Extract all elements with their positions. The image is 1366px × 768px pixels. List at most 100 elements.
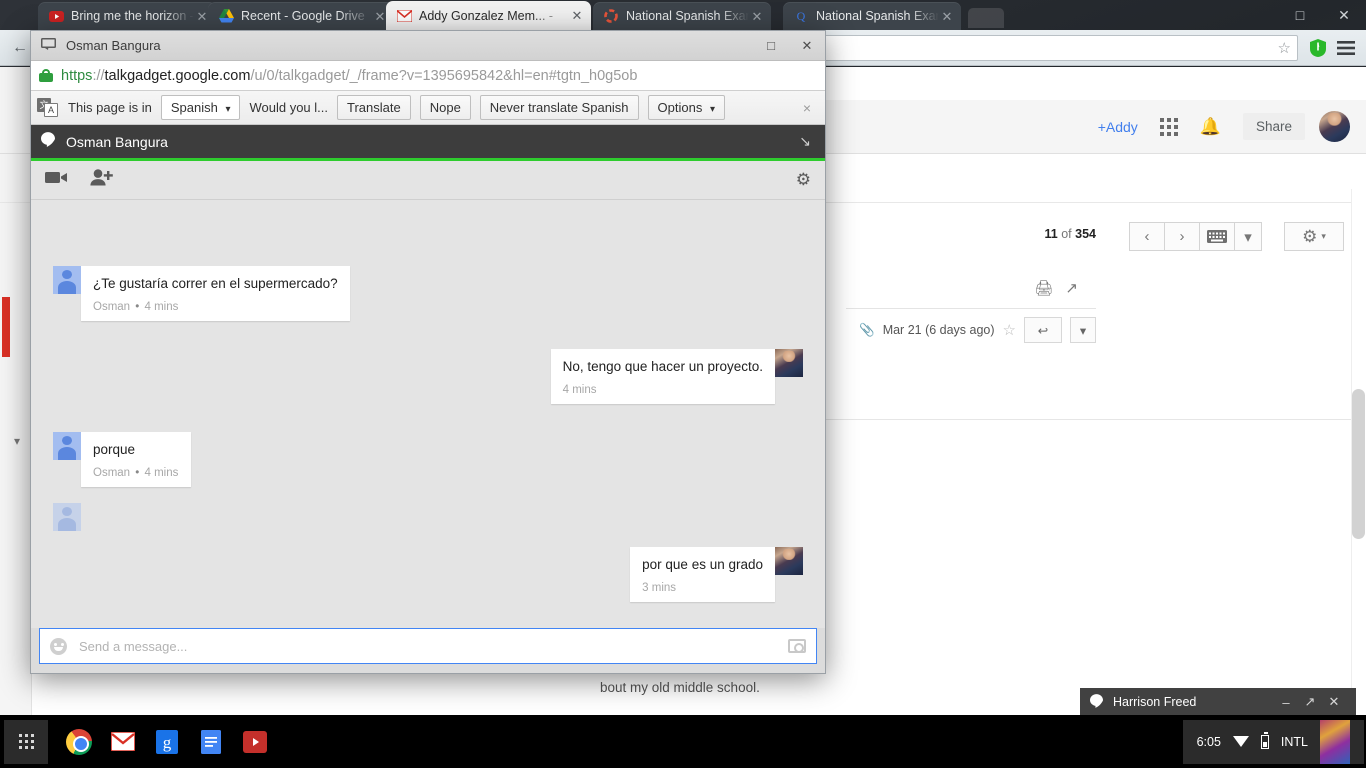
url-separator: :// (92, 68, 104, 84)
hangouts-window-icon (41, 38, 56, 53)
chat-message: por que es un grado 3 mins (53, 547, 803, 602)
gear-icon[interactable]: ⚙ ▾ (1284, 222, 1344, 251)
close-window-icon[interactable]: ✕ (1322, 0, 1366, 30)
chat-message: porque Osman • 4 mins (53, 432, 803, 487)
body-line: bout my old middle school. (600, 677, 1160, 698)
svg-text:g: g (163, 733, 172, 752)
page-scrollbar[interactable] (1351, 189, 1366, 715)
message-text: por que es un grado (642, 557, 763, 572)
hangout-title: Osman Bangura (66, 134, 795, 150)
gear-glyph: ⚙ (1302, 227, 1317, 247)
print-and-popout-group: 🖨 ↗ (1034, 279, 1078, 297)
browser-tab-2[interactable]: Addy Gonzalez Mem... - ✕ (386, 1, 591, 30)
add-person-icon[interactable] (90, 169, 113, 191)
star-icon[interactable]: ☆ (1003, 321, 1016, 339)
popup-close-icon[interactable]: ✕ (789, 31, 825, 61)
message-meta: 📎 Mar 21 (6 days ago) ☆ ↩ ▾ (859, 317, 1096, 343)
avatar[interactable] (1319, 111, 1350, 142)
browser-tab-label: Recent - Google Drive (241, 2, 372, 30)
translate-options-button[interactable]: Options ▾ (648, 95, 725, 120)
popup-address-bar[interactable]: https :// talkgadget.google.com /u/0/tal… (31, 61, 825, 91)
keyboard-dropdown-caret[interactable]: ▾ (1234, 222, 1262, 251)
minimize-icon[interactable]: – (1274, 695, 1298, 710)
youtube-icon[interactable] (240, 727, 270, 757)
chevron-down-icon: ▾ (710, 104, 715, 115)
tab-close-icon[interactable]: ✕ (569, 9, 585, 22)
url-path: /u/0/talkgadget/_/frame?v=1395695842&hl=… (250, 68, 637, 84)
popup-titlebar[interactable]: Osman Bangura □ ✕ (31, 31, 825, 61)
keyboard-layout-label[interactable]: INTL (1281, 735, 1308, 749)
apps-grid-icon[interactable] (1160, 118, 1178, 136)
close-infobar-icon[interactable]: × (795, 100, 819, 116)
keyboard-icon[interactable] (1199, 222, 1235, 251)
system-tray[interactable]: 6:05 INTL (1183, 720, 1364, 764)
popup-maximize-icon[interactable]: □ (753, 31, 789, 61)
google-search-icon[interactable]: g (152, 727, 182, 757)
message-input[interactable]: Send a message... (79, 639, 788, 654)
translate-button[interactable]: Translate (337, 95, 411, 120)
docked-chat-harrison[interactable]: Harrison Freed – ↗ ✕ (1080, 688, 1356, 716)
previous-message-button[interactable]: ‹ (1129, 222, 1165, 251)
tab-strip: Bring me the horizon - Sl ✕ Recent - Goo… (0, 0, 1366, 30)
gmail-rail-accent-red (2, 297, 10, 357)
gmail-icon[interactable] (108, 727, 138, 757)
hangouts-balloon-icon (41, 132, 55, 152)
message-text: ¿Te gustaría correr en el supermercado? (93, 276, 338, 291)
google-plus-link[interactable]: +Addy (1098, 119, 1138, 135)
open-in-new-window-icon[interactable]: ↗ (1065, 279, 1078, 297)
typing-indicator (53, 503, 803, 531)
chrome-menu-icon[interactable] (1332, 34, 1360, 62)
hangouts-balloon-icon (1090, 694, 1103, 711)
collapse-icon[interactable]: ↘ (795, 133, 815, 150)
video-camera-icon[interactable] (45, 170, 68, 190)
camera-photo-icon[interactable] (788, 639, 806, 653)
printer-icon[interactable]: 🖨 (1034, 279, 1053, 297)
app-launcher-icon[interactable] (4, 720, 48, 764)
taskbar: g 6:05 INTL (0, 715, 1366, 768)
settings-group: ⚙ ▾ (1285, 222, 1344, 251)
google-docs-icon[interactable] (196, 727, 226, 757)
translate-options-label: Options (658, 100, 703, 115)
reply-dropdown-caret[interactable]: ▾ (1070, 317, 1096, 343)
battery-icon[interactable] (1261, 735, 1269, 749)
adblock-shield-icon[interactable] (1304, 34, 1332, 62)
wifi-icon[interactable] (1233, 736, 1249, 747)
chevron-down-icon[interactable]: ▾ (14, 434, 20, 448)
translate-icon: 文 A (37, 98, 59, 118)
translate-prompt-before: This page is in (68, 100, 152, 115)
message-bubble: No, tengo que hacer un proyecto. 4 mins (551, 349, 775, 404)
source-language-select[interactable]: Spanish ▾ (161, 95, 241, 120)
my-avatar (775, 349, 803, 377)
maximize-window-icon[interactable]: □ (1278, 0, 1322, 30)
loading-icon (603, 8, 619, 24)
browser-tab-0[interactable]: Bring me the horizon - Sl ✕ (38, 2, 216, 30)
tab-close-icon[interactable]: ✕ (749, 10, 765, 23)
bookmark-star-icon[interactable]: ☆ (1278, 39, 1291, 57)
message-author: Osman (93, 467, 130, 479)
message-compose-row[interactable]: Send a message... (39, 628, 817, 664)
gear-icon[interactable]: ⚙ (796, 170, 811, 190)
tab-close-icon[interactable]: ✕ (939, 10, 955, 23)
notifications-bell-icon[interactable]: 🔔 (1200, 117, 1221, 137)
reply-button[interactable]: ↩ (1024, 317, 1062, 343)
never-translate-button[interactable]: Never translate Spanish (480, 95, 639, 120)
scrollbar-thumb[interactable] (1352, 389, 1365, 539)
new-tab-button[interactable] (968, 8, 1004, 28)
drive-icon (218, 8, 234, 24)
smiley-emoji-icon[interactable] (50, 638, 67, 655)
browser-tab-4[interactable]: Q National Spanish Exam L ✕ (783, 2, 961, 30)
share-button[interactable]: Share (1243, 113, 1305, 140)
message-time: 4 mins (563, 384, 597, 396)
message-nav-buttons: ‹ › (1130, 222, 1200, 251)
browser-tab-3[interactable]: National Spanish Exam L ✕ (593, 2, 771, 30)
popout-icon[interactable]: ↗ (1298, 694, 1322, 710)
nope-button[interactable]: Nope (420, 95, 471, 120)
close-icon[interactable]: ✕ (1322, 694, 1346, 710)
browser-tab-1[interactable]: Recent - Google Drive ✕ (208, 2, 394, 30)
message-text: porque (93, 442, 135, 457)
hangout-message-list[interactable]: ¿Te gustaría correr en el supermercado? … (31, 200, 825, 628)
avatar[interactable] (1320, 720, 1350, 764)
chrome-icon[interactable] (64, 727, 94, 757)
contact-avatar (53, 432, 81, 460)
next-message-button[interactable]: › (1164, 222, 1200, 251)
